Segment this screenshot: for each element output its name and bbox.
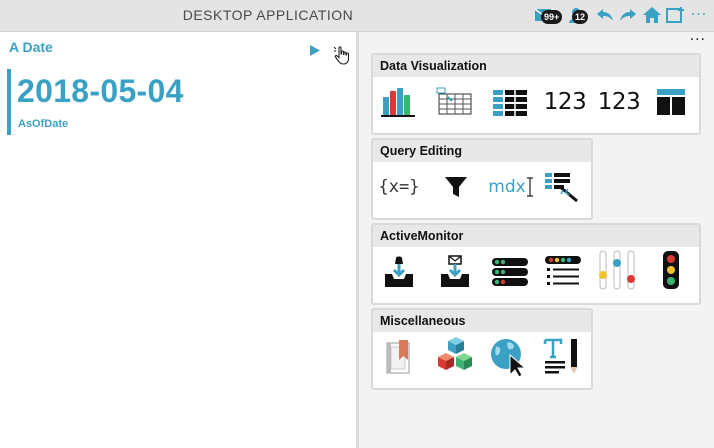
- group-miscellaneous: Miscellaneous: [371, 308, 593, 390]
- query-wizard-icon[interactable]: [539, 167, 583, 207]
- date-tile: A Date 2018-05-04 AsOfDate: [0, 32, 356, 448]
- sliders-icon[interactable]: [595, 250, 639, 290]
- component-palette: ··· Data Visualization 123 123 Query Edi…: [359, 32, 714, 448]
- bookmark-book-icon[interactable]: [377, 337, 421, 377]
- numeric-display-icon[interactable]: 123: [541, 82, 589, 122]
- traffic-light-icon[interactable]: [649, 250, 693, 290]
- alert-list-icon[interactable]: [541, 252, 585, 292]
- date-label: AsOfDate: [18, 118, 69, 130]
- notifications-badge: 12: [572, 10, 589, 24]
- group-query-editing: Query Editing {x=} mdx: [371, 138, 593, 220]
- play-icon[interactable]: [310, 41, 320, 60]
- app-title: DESKTOP APPLICATION: [182, 7, 354, 23]
- undo-icon[interactable]: [594, 4, 616, 26]
- server-status-icon[interactable]: [488, 252, 532, 292]
- mdx-text: mdx: [488, 177, 526, 197]
- grid-edit-icon[interactable]: [433, 82, 477, 122]
- text-editor-icon[interactable]: [541, 337, 585, 377]
- tile-title: A Date: [9, 39, 53, 55]
- palette-more-icon[interactable]: ···: [690, 32, 706, 48]
- table-icon[interactable]: [488, 82, 532, 122]
- group-data-visualization: Data Visualization 123 123: [371, 53, 701, 135]
- group-title: Query Editing: [373, 140, 591, 162]
- date-value: 2018-05-04: [17, 73, 184, 109]
- home-icon[interactable]: [641, 4, 663, 26]
- group-active-monitor: ActiveMonitor: [371, 223, 701, 305]
- inbox-mail-icon[interactable]: [433, 252, 477, 292]
- filter-icon[interactable]: [434, 167, 478, 207]
- group-title: ActiveMonitor: [373, 225, 699, 247]
- group-title: Data Visualization: [373, 55, 699, 77]
- web-browser-icon[interactable]: [487, 337, 531, 377]
- inbox-alert-icon[interactable]: [377, 252, 421, 292]
- value-accent-bar: [7, 69, 11, 135]
- title-bar: DESKTOP APPLICATION 99+ 12 ···: [0, 0, 714, 32]
- messages-badge: 99+: [541, 10, 563, 24]
- layout-panel-icon[interactable]: [649, 82, 693, 122]
- hand-cursor-icon: [332, 44, 354, 70]
- redo-icon[interactable]: [617, 4, 639, 26]
- numeric-input-icon[interactable]: 123: [595, 82, 643, 122]
- bar-chart-icon[interactable]: [377, 82, 421, 122]
- add-window-icon[interactable]: [665, 4, 687, 26]
- overflow-menu-icon[interactable]: ···: [688, 4, 710, 26]
- cubes-icon[interactable]: [433, 337, 477, 377]
- mdx-editor-icon[interactable]: mdx: [487, 167, 535, 207]
- text-cursor-icon: [526, 177, 533, 197]
- group-title: Miscellaneous: [373, 310, 591, 332]
- expression-editor-icon[interactable]: {x=}: [377, 167, 421, 207]
